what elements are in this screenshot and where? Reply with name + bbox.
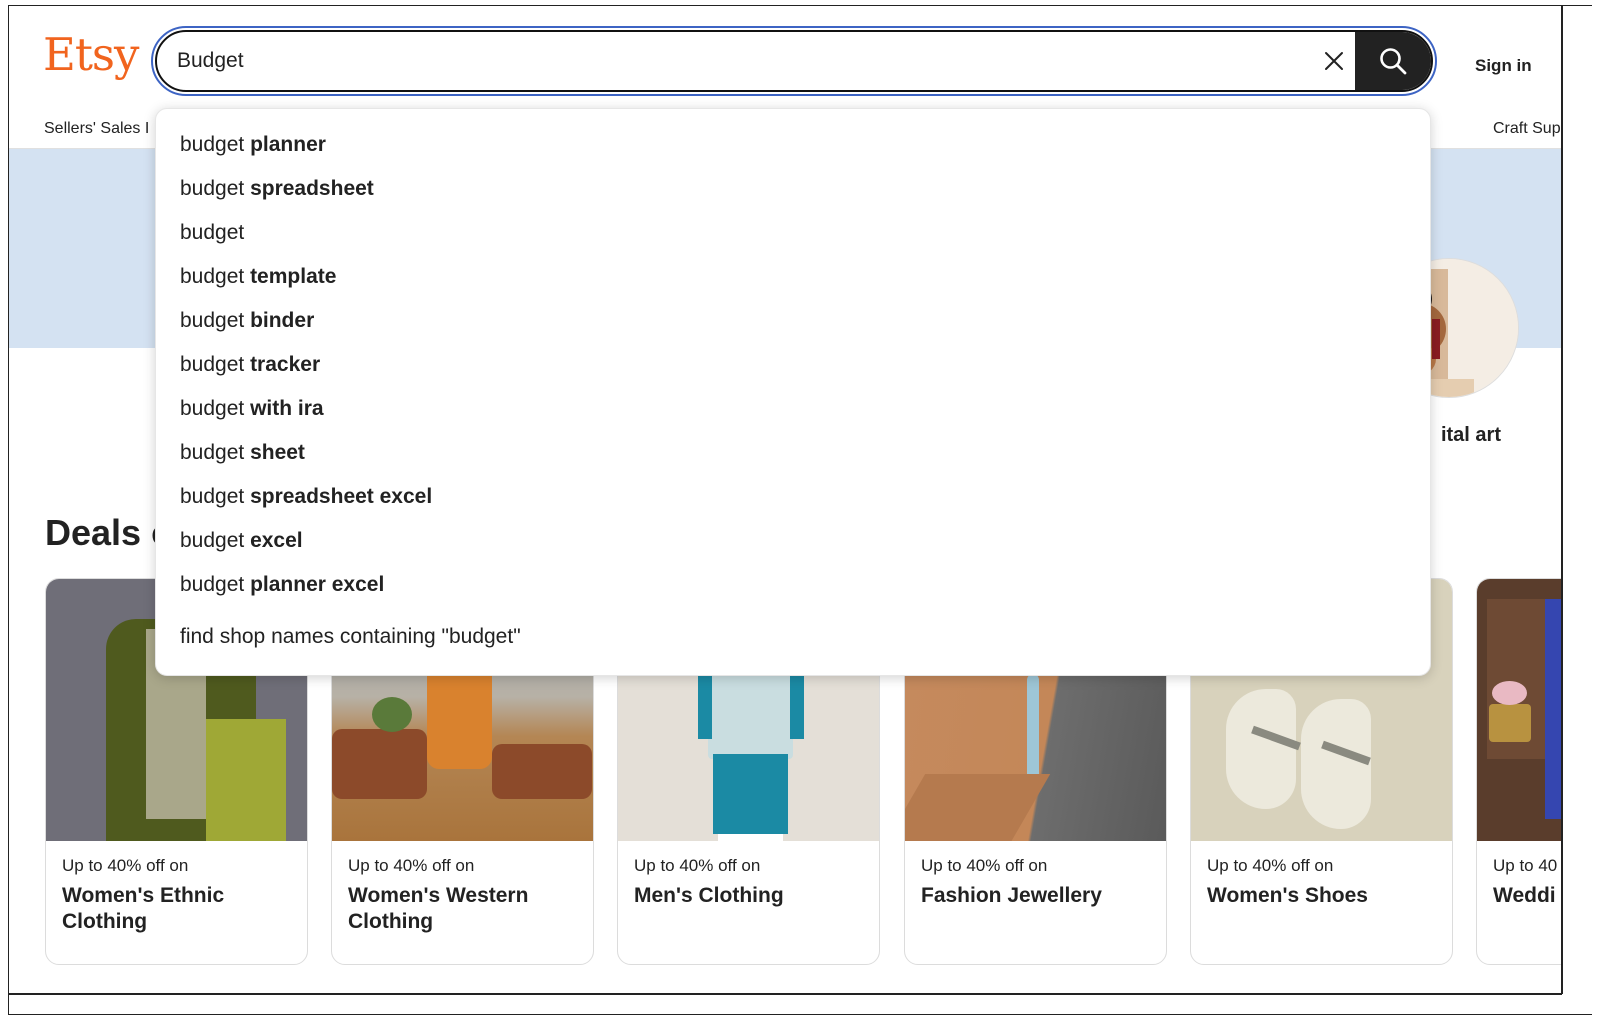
deal-card-subtitle: Up to 40 [1493, 856, 1558, 875]
search-button[interactable] [1355, 32, 1431, 90]
deal-card-subtitle: Up to 40% off on [62, 856, 189, 875]
page-bottom-edge [9, 993, 1562, 995]
suggestion-item[interactable]: budget binder [180, 309, 314, 333]
search-icon [1380, 48, 1407, 75]
search-suggestions-dropdown: budget planner budget spreadsheet budget… [155, 108, 1431, 676]
deal-card-image [1477, 579, 1561, 841]
suggestion-item[interactable]: budget planner excel [180, 573, 384, 597]
browser-frame: Etsy Sign in Sellers' Sales I Craft Sup [8, 5, 1592, 1015]
close-icon [1325, 52, 1343, 70]
deal-card-subtitle: Up to 40% off on [1207, 856, 1334, 875]
search-bar [155, 30, 1433, 92]
nav-item-craft-supplies[interactable]: Craft Sup [1493, 120, 1561, 138]
suggestion-item[interactable]: budget planner [180, 133, 326, 157]
find-shop-names-option[interactable]: find shop names containing "budget" [180, 625, 521, 649]
search-input[interactable] [177, 32, 1277, 90]
deal-card-subtitle: Up to 40% off on [634, 856, 761, 875]
nav-item-sellers-sales[interactable]: Sellers' Sales I [44, 120, 149, 138]
suggestion-item[interactable]: budget with ira [180, 397, 324, 421]
suggestion-item[interactable]: budget tracker [180, 353, 320, 377]
sign-in-link[interactable]: Sign in [1475, 56, 1532, 76]
deal-card-title: Men's Clothing [634, 884, 784, 907]
suggestion-item[interactable]: budget excel [180, 529, 303, 553]
suggestion-item[interactable]: budget spreadsheet [180, 177, 374, 201]
deal-card[interactable]: Up to 40 Weddi [1476, 578, 1561, 965]
suggestion-item[interactable]: budget spreadsheet excel [180, 485, 432, 509]
deal-card-title: Women's Shoes [1207, 884, 1368, 907]
page-right-edge [1561, 6, 1563, 994]
suggestion-item[interactable]: budget template [180, 265, 336, 289]
deal-card-subtitle: Up to 40% off on [348, 856, 475, 875]
deal-card-subtitle: Up to 40% off on [921, 856, 1048, 875]
deal-card-title: Women's Western Clothing [348, 884, 529, 933]
clear-search-button[interactable] [1319, 46, 1349, 76]
search-focus-ring [151, 26, 1437, 96]
suggestion-item[interactable]: budget [180, 221, 244, 245]
etsy-logo[interactable]: Etsy [43, 32, 139, 77]
deal-card-title: Fashion Jewellery [921, 884, 1102, 907]
deal-card-title: Women's Ethnic Clothing [62, 884, 225, 933]
page: Etsy Sign in Sellers' Sales I Craft Sup [9, 6, 1561, 1014]
suggestion-item[interactable]: budget sheet [180, 441, 305, 465]
deals-section-title: Deals o [45, 512, 174, 553]
deal-card-title: Weddi [1493, 884, 1556, 907]
